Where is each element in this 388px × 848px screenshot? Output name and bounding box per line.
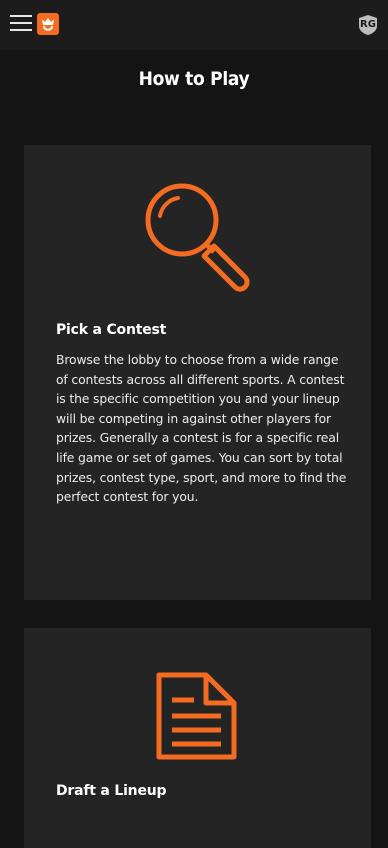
card-heading: Pick a Contest xyxy=(56,322,167,338)
page-title: How to Play xyxy=(138,68,250,90)
card-description: Browse the lobby to choose from a wide r… xyxy=(56,352,347,505)
draftkings-logo[interactable] xyxy=(37,13,59,35)
document-icon xyxy=(154,670,240,766)
responsible-gaming-badge[interactable]: RG xyxy=(358,14,378,36)
how-to-play-card-pick-contest: Pick a Contest Browse the lobby to choos… xyxy=(24,145,371,600)
magnifying-glass-icon xyxy=(142,180,258,296)
how-to-play-card-draft-lineup: Draft a Lineup xyxy=(24,628,371,848)
card-heading: Draft a Lineup xyxy=(56,783,167,799)
top-bar: RG xyxy=(0,0,388,50)
rg-badge-text: RG xyxy=(360,19,376,30)
hamburger-menu-icon[interactable] xyxy=(10,15,32,35)
